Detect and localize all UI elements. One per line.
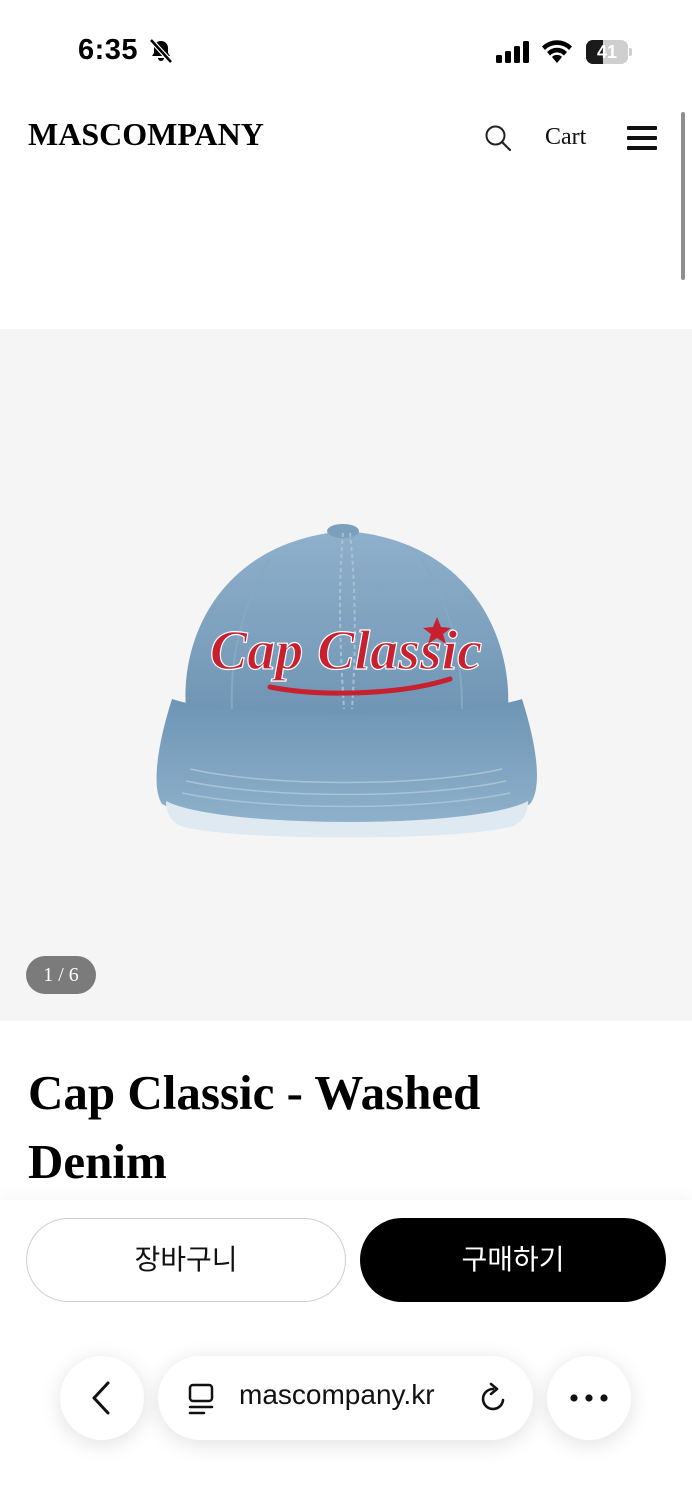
hamburger-menu-icon[interactable] — [627, 126, 657, 150]
purchase-action-bar: 장바구니 구매하기 mascompany.kr — [0, 1200, 692, 1500]
status-time: 6:35 — [78, 34, 139, 66]
battery-indicator: 41 — [586, 40, 632, 64]
chevron-left-icon — [92, 1381, 110, 1415]
product-title: Cap Classic - Washed Denim — [28, 1065, 481, 1189]
site-logo[interactable]: MASCOMPANY — [28, 116, 264, 153]
add-to-cart-button[interactable]: 장바구니 — [26, 1218, 346, 1302]
browser-more-button[interactable] — [547, 1356, 631, 1440]
search-icon[interactable] — [484, 124, 512, 152]
status-bar: 6:35 41 — [0, 0, 692, 100]
product-image-cap: Cap Classic — [156, 524, 537, 838]
browser-back-button[interactable] — [60, 1356, 144, 1440]
browser-address-bar[interactable]: mascompany.kr — [158, 1356, 533, 1440]
product-image-gallery[interactable]: Cap Classic 1 / 6 — [0, 329, 692, 1021]
bell-slash-icon — [149, 38, 173, 64]
battery-percent: 41 — [596, 42, 618, 62]
more-dots-icon — [570, 1394, 608, 1402]
buy-now-button[interactable]: 구매하기 — [360, 1218, 666, 1302]
cart-link[interactable]: Cart — [545, 124, 586, 151]
scrollbar[interactable] — [681, 112, 685, 280]
page-menu-icon[interactable] — [186, 1383, 216, 1415]
cellular-signal-icon — [496, 41, 529, 63]
site-header: MASCOMPANY Cart — [0, 100, 692, 190]
reload-icon[interactable] — [479, 1382, 509, 1414]
wifi-icon — [542, 40, 572, 63]
image-counter-badge: 1 / 6 — [26, 956, 96, 994]
url-text[interactable]: mascompany.kr — [239, 1379, 435, 1411]
